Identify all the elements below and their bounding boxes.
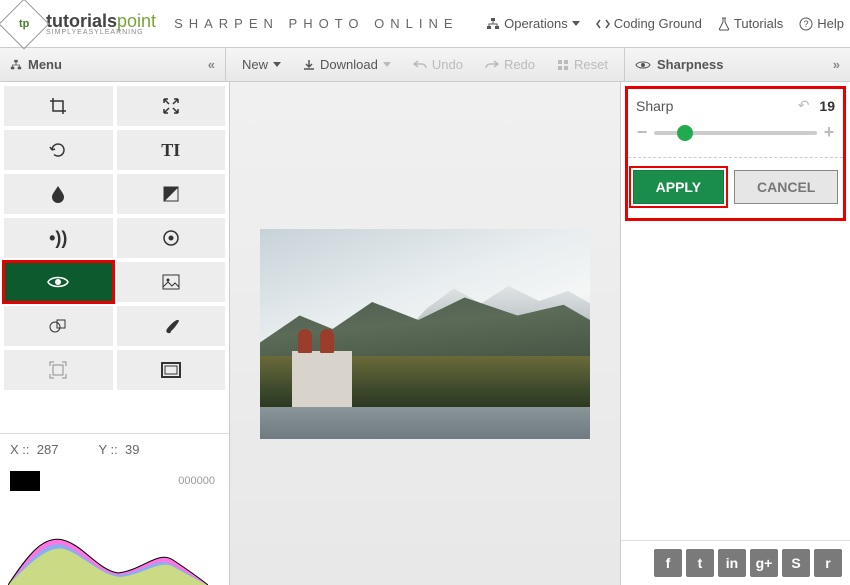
tool-focus[interactable] (4, 350, 113, 390)
tool-droplet[interactable] (4, 174, 113, 214)
download-icon (303, 59, 315, 71)
slider-track[interactable] (654, 131, 817, 135)
collapse-right-icon[interactable]: » (833, 57, 840, 72)
coord-y: 39 (125, 442, 139, 457)
nav-operations[interactable]: Operations (486, 16, 580, 31)
logo-mark-icon: tp (0, 0, 49, 49)
share-bar: f t in g+ S r (621, 540, 850, 585)
slider-plus[interactable]: + (823, 122, 835, 143)
nav-coding-ground[interactable]: Coding Ground (596, 16, 702, 31)
share-facebook[interactable]: f (654, 549, 682, 577)
flask-icon (718, 17, 730, 31)
exposure-icon (163, 186, 179, 202)
help-icon: ? (799, 17, 813, 31)
text-icon: TI (161, 140, 180, 161)
coord-x: 287 (37, 442, 59, 457)
toolbar: Menu « New Download Undo Redo Reset Shar… (0, 48, 850, 82)
nav-tutorials[interactable]: Tutorials (718, 16, 783, 31)
collapse-left-icon[interactable]: « (208, 57, 215, 72)
tool-image[interactable] (117, 262, 226, 302)
apply-button[interactable]: APPLY (633, 170, 724, 204)
canvas-area[interactable] (230, 82, 620, 585)
toolbar-actions: New Download Undo Redo Reset (226, 48, 624, 81)
share-twitter[interactable]: t (686, 549, 714, 577)
redo-icon (485, 59, 499, 71)
droplet-icon (51, 185, 65, 203)
vibration-icon: •)) (49, 228, 67, 249)
histogram: 000000 (0, 465, 229, 585)
page-title: SHARPEN PHOTO ONLINE (174, 16, 458, 31)
sitemap-icon (486, 17, 500, 31)
sharpness-controls: Sharp ↶ 19 − + APPLY CANCEL (625, 86, 846, 221)
properties-panel: Sharp ↶ 19 − + APPLY CANCEL f t in g+ S (620, 82, 850, 585)
frame-icon (161, 362, 181, 378)
tool-text[interactable]: TI (117, 130, 226, 170)
header-nav: Operations Coding Ground Tutorials ? Hel… (486, 16, 844, 31)
eye-icon (635, 60, 651, 70)
slider-minus[interactable]: − (636, 122, 648, 143)
tool-frame[interactable] (117, 350, 226, 390)
histogram-curve (8, 515, 208, 585)
slider-thumb[interactable] (677, 125, 693, 141)
share-stumble[interactable]: S (782, 549, 810, 577)
image-icon (162, 274, 180, 290)
crop-icon (49, 97, 67, 115)
coordinates-readout: X :: 287 Y :: 39 (0, 433, 229, 465)
chevron-down-icon (383, 62, 391, 67)
sidebar: TI •)) X :: 287 Y :: 39 000000 (0, 82, 230, 585)
expand-icon (163, 98, 179, 114)
target-icon (163, 230, 179, 246)
new-button[interactable]: New (232, 48, 291, 82)
share-linkedin[interactable]: in (718, 549, 746, 577)
undo-button[interactable]: Undo (403, 48, 473, 82)
param-value: 19 (819, 98, 835, 114)
chevron-down-icon (572, 21, 580, 26)
grid-icon (557, 59, 569, 71)
menu-label: Menu (28, 57, 62, 72)
panel-title: Sharpness (657, 57, 723, 72)
rotate-icon (49, 141, 67, 159)
tool-palette: TI •)) (0, 82, 229, 394)
tool-vibration[interactable]: •)) (4, 218, 113, 258)
svg-text:?: ? (804, 19, 809, 29)
code-icon (596, 18, 610, 30)
tool-rotate[interactable] (4, 130, 113, 170)
sharp-slider[interactable]: − + (636, 122, 835, 143)
header: tp tutorialspoint SIMPLYEASYLEARNING SHA… (0, 0, 850, 48)
tool-target[interactable] (117, 218, 226, 258)
toolbar-menu-section: Menu « (0, 48, 226, 81)
share-reddit[interactable]: r (814, 549, 842, 577)
color-readout: 000000 (178, 475, 215, 487)
brand-logo[interactable]: tp tutorialspoint SIMPLYEASYLEARNING (6, 6, 156, 42)
eye-icon (47, 275, 69, 289)
tool-crop[interactable] (4, 86, 113, 126)
sitemap-icon (10, 59, 22, 71)
share-googleplus[interactable]: g+ (750, 549, 778, 577)
cancel-button[interactable]: CANCEL (734, 170, 838, 204)
tool-sharpness[interactable] (4, 262, 113, 302)
undo-icon (413, 59, 427, 71)
nav-help[interactable]: ? Help (799, 16, 844, 31)
revert-icon[interactable]: ↶ (798, 97, 810, 114)
reset-button[interactable]: Reset (547, 48, 618, 82)
brand-text: tutorialspoint (46, 11, 156, 31)
color-swatch (10, 471, 40, 491)
brand-subtitle: SIMPLYEASYLEARNING (46, 29, 156, 36)
param-label: Sharp (636, 98, 673, 114)
brush-icon (163, 318, 179, 334)
tool-brush[interactable] (117, 306, 226, 346)
tool-exposure[interactable] (117, 174, 226, 214)
chevron-down-icon (273, 62, 281, 67)
canvas-image (260, 229, 590, 439)
redo-button[interactable]: Redo (475, 48, 545, 82)
tool-shapes[interactable] (4, 306, 113, 346)
toolbar-panel-section: Sharpness » (624, 48, 850, 81)
shapes-overlap-icon (49, 318, 67, 334)
focus-icon (49, 361, 67, 379)
tool-expand[interactable] (117, 86, 226, 126)
download-button[interactable]: Download (293, 48, 401, 82)
